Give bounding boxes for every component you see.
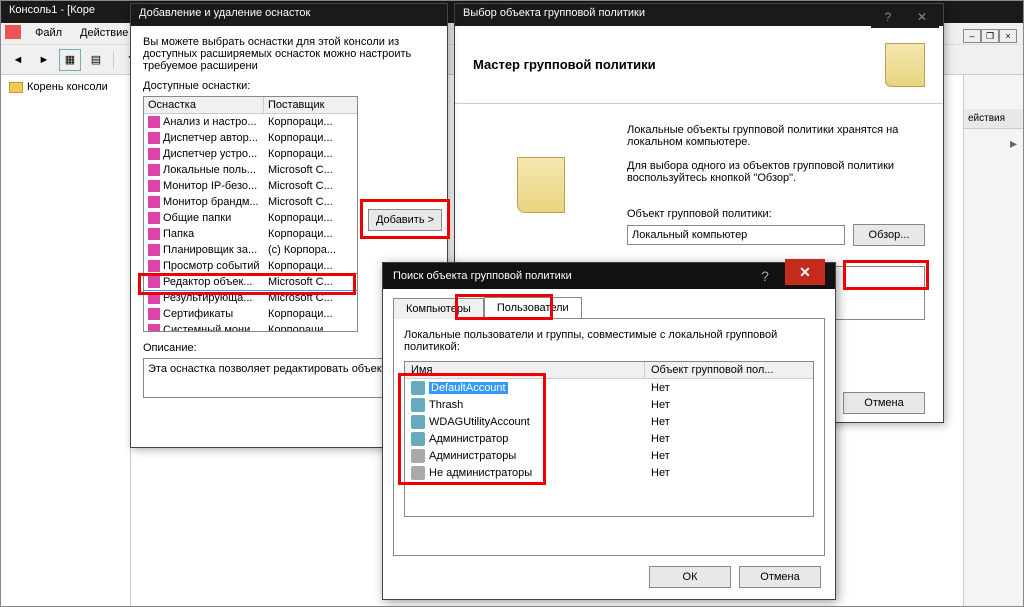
mdi-restore[interactable]: ❐ (981, 29, 999, 43)
add-button[interactable]: Добавить > (368, 209, 442, 231)
snapin-intro: Вы можете выбрать оснастки для этой конс… (143, 36, 435, 72)
snapin-icon (148, 132, 160, 144)
back-button[interactable]: ◄ (7, 49, 29, 71)
snapin-row[interactable]: Системный мони...Корпораци... (144, 322, 357, 332)
user-icon (411, 415, 425, 429)
user-icon (411, 432, 425, 446)
view2-button[interactable]: ▤ (85, 49, 107, 71)
snapin-icon (148, 276, 160, 288)
cancel-button[interactable]: Отмена (843, 392, 925, 414)
snapin-icon (148, 116, 160, 128)
snapin-row[interactable]: Планировщик за...(с) Корпора... (144, 242, 357, 258)
snapin-icon (148, 164, 160, 176)
ok-button[interactable]: ОК (649, 566, 731, 588)
wiz-title[interactable]: Выбор объекта групповой политики (455, 4, 943, 26)
search-close-button[interactable]: ✕ (785, 259, 825, 285)
available-label: Доступные оснастки: (143, 80, 435, 92)
wiz-p2: Для выбора одного из объектов групповой … (627, 160, 925, 184)
snapin-row[interactable]: Анализ и настро...Корпораци... (144, 114, 357, 130)
actions-header: ействия (964, 109, 1023, 129)
snapin-table-header: Оснастка Поставщик (144, 97, 357, 114)
snapin-icon (148, 196, 160, 208)
tab-panel: Локальные пользователи и группы, совмест… (393, 318, 825, 556)
gpo-input[interactable] (627, 225, 845, 245)
app-icon (5, 25, 21, 39)
snapin-icon (148, 260, 160, 272)
view-button[interactable]: ▦ (59, 49, 81, 71)
snapin-row[interactable]: Результирующа...Microsoft C... (144, 290, 357, 306)
search-gpo-dialog: Поиск объекта групповой политики ? ✕ Ком… (382, 262, 836, 600)
tab-users[interactable]: Пользователи (484, 297, 582, 318)
tab-computers[interactable]: Компьютеры (393, 298, 484, 319)
actions-pane: ействия ▸ (963, 75, 1023, 606)
user-list[interactable]: Имя Объект групповой пол... DefaultAccou… (404, 361, 814, 517)
mdi-min[interactable]: – (963, 29, 981, 43)
actions-expand-icon[interactable]: ▸ (964, 129, 1023, 158)
snapin-icon (148, 324, 160, 332)
user-row[interactable]: АдминистраторыНет (405, 447, 813, 464)
group-icon (411, 449, 425, 463)
wiz-close-button[interactable]: ✕ (905, 8, 939, 28)
snapin-row[interactable]: Диспетчер устро...Корпораци... (144, 146, 357, 162)
wiz-help-button[interactable]: ? (871, 8, 905, 28)
forward-button[interactable]: ► (33, 49, 55, 71)
user-icon (411, 381, 425, 395)
user-row[interactable]: ThrashНет (405, 396, 813, 413)
snapin-dlg-title[interactable]: Добавление и удаление оснасток (131, 4, 447, 26)
col-gpo[interactable]: Объект групповой пол... (645, 362, 813, 378)
menu-file[interactable]: Файл (27, 25, 70, 42)
snapin-row[interactable]: Общие папкиКорпораци... (144, 210, 357, 226)
browse-button[interactable]: Обзор... (853, 224, 925, 246)
snapin-row[interactable]: Редактор объек...Microsoft C... (144, 274, 357, 290)
user-row[interactable]: DefaultAccountНет (405, 379, 813, 396)
col-name[interactable]: Имя (405, 362, 645, 378)
scroll-icon (885, 43, 925, 87)
console-tree[interactable]: Корень консоли (1, 75, 131, 606)
user-icon (411, 398, 425, 412)
group-icon (411, 466, 425, 480)
snapin-row[interactable]: Монитор брандм...Microsoft C... (144, 194, 357, 210)
wiz-header-title: Мастер групповой политики (473, 57, 656, 72)
tree-root-item[interactable]: Корень консоли (5, 79, 126, 95)
user-row[interactable]: WDAGUtilityAccountНет (405, 413, 813, 430)
snapin-icon (148, 308, 160, 320)
cancel-button[interactable]: Отмена (739, 566, 821, 588)
user-row[interactable]: АдминистраторНет (405, 430, 813, 447)
snapin-row[interactable]: Просмотр событийКорпораци... (144, 258, 357, 274)
wiz-field-label: Объект групповой политики: (627, 208, 925, 220)
snapin-icon (148, 292, 160, 304)
tree-root-label: Корень консоли (27, 81, 108, 93)
document-icon (517, 157, 565, 213)
col-snapin[interactable]: Оснастка (144, 97, 264, 113)
snapin-icon (148, 148, 160, 160)
snapin-row[interactable]: Диспетчер автор...Корпораци... (144, 130, 357, 146)
mdi-close[interactable]: × (999, 29, 1017, 43)
search-title-bar[interactable]: Поиск объекта групповой политики ? ✕ (383, 263, 835, 289)
mdi-controls: – ❐ × (963, 29, 1017, 43)
search-help-button[interactable]: ? (745, 263, 785, 289)
menu-action[interactable]: Действие (72, 25, 136, 42)
tabs: Компьютеры Пользователи (393, 297, 825, 318)
snapin-row[interactable]: Локальные поль...Microsoft C... (144, 162, 357, 178)
snapin-table[interactable]: Оснастка Поставщик Анализ и настро...Кор… (143, 96, 358, 332)
snapin-icon (148, 180, 160, 192)
wiz-p1: Локальные объекты групповой политики хра… (627, 124, 925, 148)
snapin-row[interactable]: ПапкаКорпораци... (144, 226, 357, 242)
snapin-row[interactable]: СертификатыКорпораци... (144, 306, 357, 322)
col-vendor[interactable]: Поставщик (264, 97, 357, 113)
search-title-text: Поиск объекта групповой политики (393, 270, 572, 282)
snapin-icon (148, 244, 160, 256)
folder-icon (9, 82, 23, 93)
user-row[interactable]: Не администраторыНет (405, 464, 813, 481)
snapin-row[interactable]: Монитор IP-безо...Microsoft C... (144, 178, 357, 194)
tab-intro: Локальные пользователи и группы, совмест… (404, 329, 814, 353)
snapin-icon (148, 228, 160, 240)
mmc-title-text: Консоль1 - [Коре (9, 4, 95, 16)
separator (113, 51, 114, 69)
snapin-icon (148, 212, 160, 224)
